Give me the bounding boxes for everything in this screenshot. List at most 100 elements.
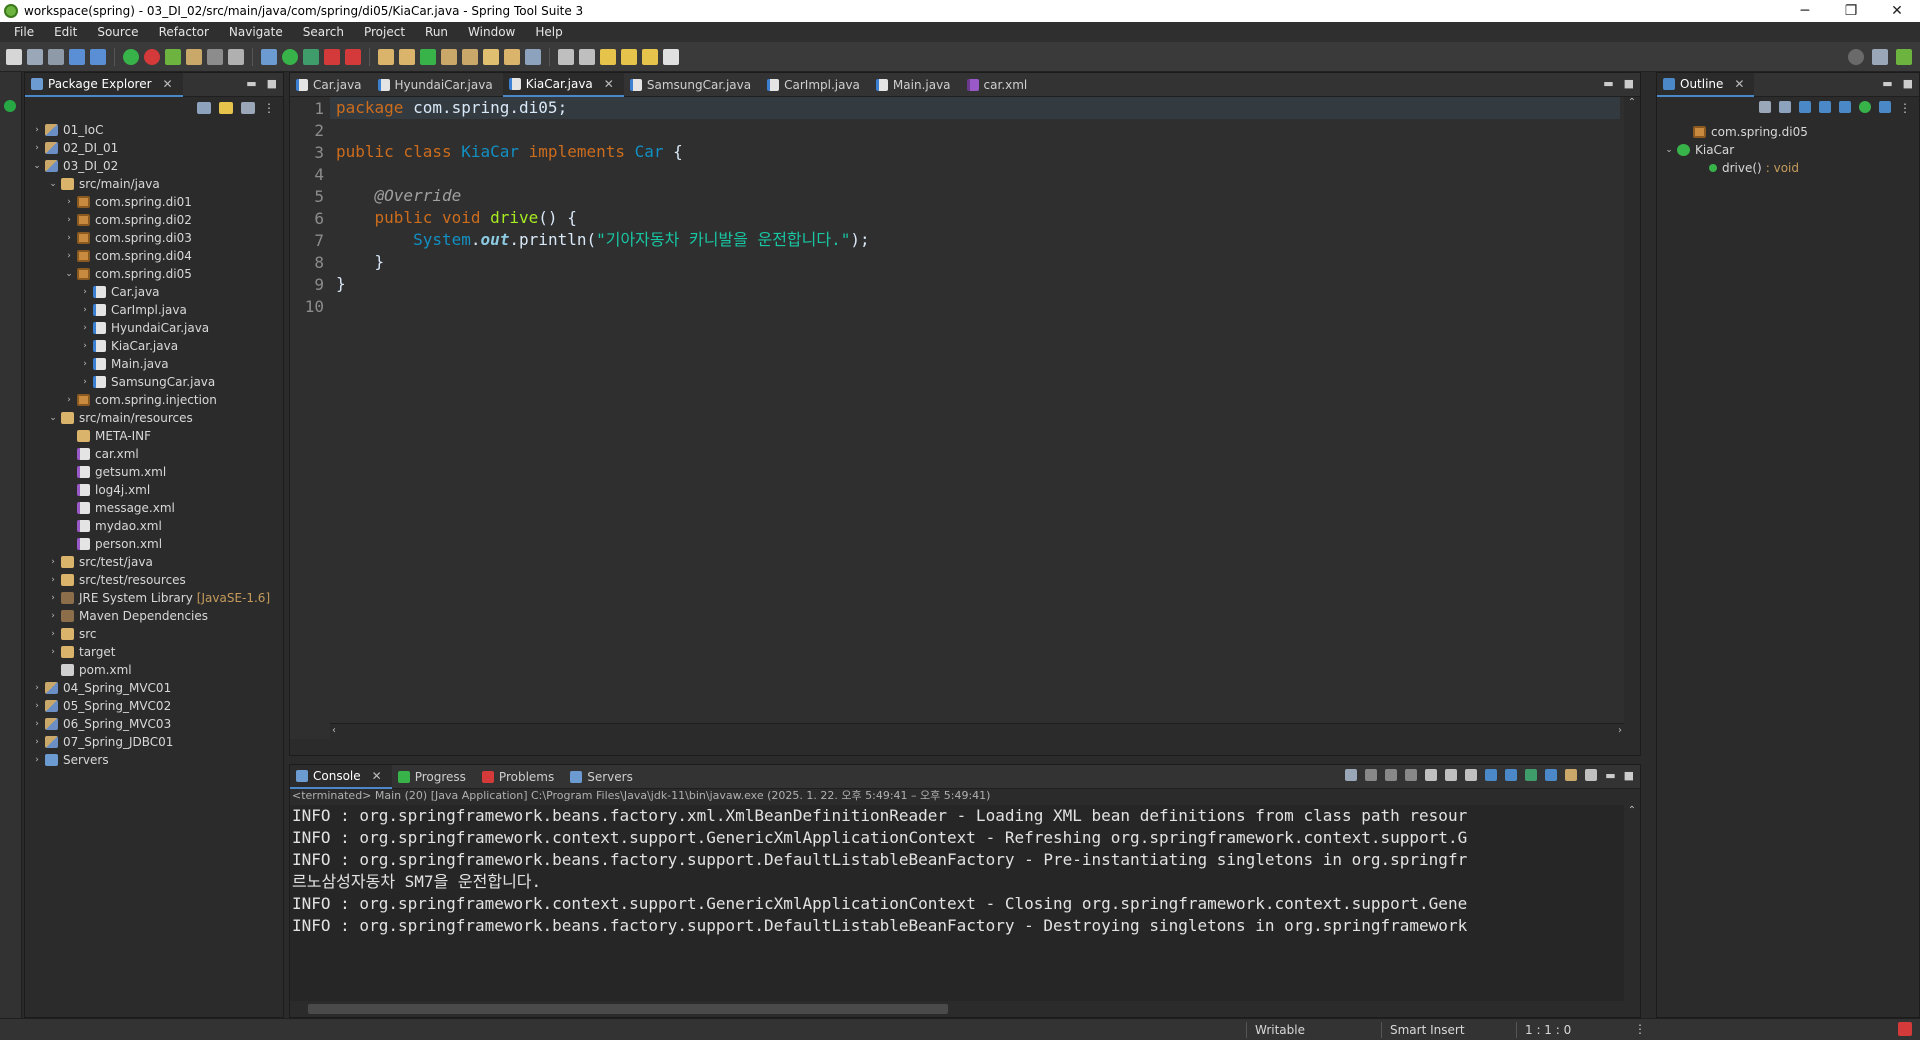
tree-item[interactable]: ⌄ src/main/resources [25, 409, 283, 427]
outline-item[interactable]: com.spring.di05 [1657, 123, 1919, 141]
new-java-project-icon[interactable] [378, 48, 394, 65]
close-icon[interactable]: ✕ [604, 77, 614, 91]
tree-item[interactable]: › Servers [25, 751, 283, 769]
chevron-right-icon[interactable]: › [31, 143, 43, 153]
chevron-down-icon[interactable]: ⌄ [47, 179, 59, 189]
menu-run[interactable]: Run [415, 22, 458, 42]
focus-active-task-icon[interactable] [1759, 101, 1771, 113]
maximize-editor-icon[interactable]: ■ [1624, 77, 1634, 90]
editor-tab[interactable]: car.xml [961, 73, 1038, 97]
tree-item[interactable]: › 06_Spring_MVC03 [25, 715, 283, 733]
tree-item[interactable]: › src [25, 625, 283, 643]
run-icon[interactable] [282, 48, 298, 65]
chevron-down-icon[interactable]: ⌄ [63, 269, 75, 279]
quick-access-search-icon[interactable] [1848, 48, 1864, 65]
sort-icon[interactable] [1799, 101, 1811, 113]
view-menu-icon[interactable]: ⋮ [1899, 101, 1911, 115]
show-stdout-icon[interactable] [1485, 769, 1498, 781]
tree-item[interactable]: › 05_Spring_MVC02 [25, 697, 283, 715]
tree-item[interactable]: › SamsungCar.java [25, 373, 283, 391]
scroll-right-icon[interactable]: › [1618, 725, 1622, 736]
new-console-icon[interactable] [1565, 769, 1578, 781]
pin-editor-icon[interactable] [663, 48, 679, 65]
maximize-button[interactable]: ❐ [1828, 0, 1874, 22]
tree-item[interactable]: › HyundaiCar.java [25, 319, 283, 337]
editor-tab[interactable]: HyundaiCar.java [372, 73, 503, 97]
menu-help[interactable]: Help [525, 22, 572, 42]
terminate-icon[interactable] [345, 48, 361, 65]
open-task-icon[interactable] [504, 48, 520, 65]
tree-item[interactable]: › Maven Dependencies [25, 607, 283, 625]
outline-item[interactable]: ⌄ KiaCar [1657, 141, 1919, 159]
tree-item[interactable]: getsum.xml [25, 463, 283, 481]
chevron-right-icon[interactable]: › [31, 701, 43, 711]
chevron-right-icon[interactable]: › [79, 305, 91, 315]
spring-boot-icon[interactable] [165, 48, 181, 65]
tree-item[interactable]: ⌄ src/main/java [25, 175, 283, 193]
open-type-icon[interactable] [186, 48, 202, 65]
chevron-right-icon[interactable]: › [31, 737, 43, 747]
tree-item[interactable]: › src/test/resources [25, 571, 283, 589]
toggle-mark-icon[interactable] [207, 48, 223, 65]
scrollbar-thumb[interactable] [308, 1004, 948, 1014]
next-annotation-icon[interactable] [558, 48, 574, 65]
hide-static-icon[interactable] [1839, 101, 1851, 113]
tree-item[interactable]: › target [25, 643, 283, 661]
menu-project[interactable]: Project [354, 22, 415, 42]
terminal-icon[interactable] [90, 48, 106, 65]
annotation-icon[interactable] [525, 48, 541, 65]
chevron-down-icon[interactable]: ⌄ [47, 413, 59, 423]
close-icon[interactable]: ✕ [163, 77, 173, 91]
menu-source[interactable]: Source [87, 22, 148, 42]
chevron-right-icon[interactable]: › [47, 557, 59, 567]
tree-item[interactable]: › 07_Spring_JDBC01 [25, 733, 283, 751]
editor-tab[interactable]: Main.java [870, 73, 961, 97]
external-tools-icon[interactable] [324, 48, 340, 65]
chevron-right-icon[interactable]: › [31, 125, 43, 135]
tree-item[interactable]: › com.spring.di04 [25, 247, 283, 265]
chevron-right-icon[interactable]: › [47, 575, 59, 585]
maximize-panel-icon[interactable]: ■ [1624, 769, 1634, 782]
minimize-panel-icon[interactable]: ▬ [1882, 77, 1892, 90]
clear-console-icon[interactable] [1425, 769, 1438, 781]
tree-item[interactable]: › Car.java [25, 283, 283, 301]
minimize-button[interactable]: ─ [1782, 0, 1828, 22]
open-perspective-icon[interactable] [1872, 48, 1888, 65]
scroll-lock-icon[interactable] [1445, 769, 1458, 781]
tree-item[interactable]: › JRE System Library [JavaSE-1.6] [25, 589, 283, 607]
tree-item[interactable]: pom.xml [25, 661, 283, 679]
forward-arrow-icon[interactable] [642, 48, 658, 65]
tree-item[interactable]: person.xml [25, 535, 283, 553]
tab-servers[interactable]: Servers [564, 765, 643, 789]
menu-search[interactable]: Search [293, 22, 354, 42]
chevron-right-icon[interactable]: › [31, 719, 43, 729]
show-stderr-icon[interactable] [1505, 769, 1518, 781]
chevron-down-icon[interactable]: ⌄ [31, 161, 43, 171]
tree-item[interactable]: META-INF [25, 427, 283, 445]
view-menu-icon[interactable]: ⋮ [263, 101, 275, 115]
stop-server-icon[interactable] [144, 48, 160, 65]
save-icon[interactable] [27, 48, 43, 65]
collapse-all-icon[interactable] [197, 102, 211, 114]
status-menu-icon[interactable]: ⋮ [1634, 1022, 1646, 1036]
coverage-icon[interactable] [303, 48, 319, 65]
debug-icon[interactable] [261, 48, 277, 65]
chevron-down-icon[interactable]: ⌄ [1663, 145, 1675, 155]
tab-package-explorer[interactable]: Package Explorer ✕ [25, 72, 183, 97]
chevron-right-icon[interactable]: › [79, 287, 91, 297]
minimize-panel-icon[interactable]: ▬ [246, 77, 256, 90]
close-icon[interactable]: ✕ [372, 769, 382, 783]
chevron-right-icon[interactable]: › [79, 377, 91, 387]
search-icon[interactable] [483, 48, 499, 65]
tree-item[interactable]: log4j.xml [25, 481, 283, 499]
menu-window[interactable]: Window [458, 22, 525, 42]
editor-tab[interactable]: CarImpl.java [761, 73, 870, 97]
chevron-right-icon[interactable]: › [63, 251, 75, 261]
maximize-panel-icon[interactable]: ■ [267, 77, 277, 90]
terminate-console-icon[interactable] [1365, 769, 1378, 781]
editor-tab[interactable]: KiaCar.java ✕ [502, 72, 624, 97]
link-with-editor-icon[interactable] [219, 102, 233, 114]
previous-annotation-icon[interactable] [579, 48, 595, 65]
maximize-panel-icon[interactable]: ■ [1903, 77, 1913, 90]
chevron-right-icon[interactable]: › [31, 683, 43, 693]
